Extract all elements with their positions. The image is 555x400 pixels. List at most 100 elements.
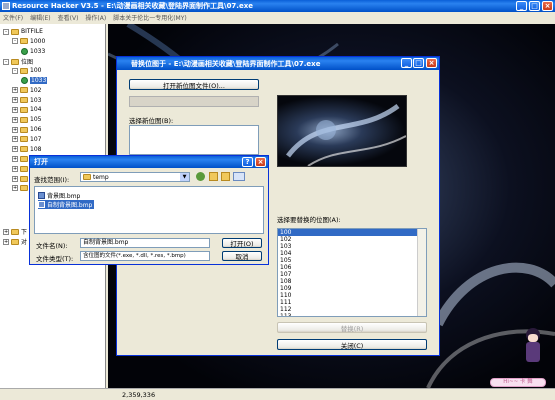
expand-toggle-icon[interactable]: - <box>12 38 18 45</box>
tree-item-label: 1033 <box>30 47 46 55</box>
close-button[interactable]: × <box>542 1 553 11</box>
chevron-down-icon[interactable]: ▼ <box>180 173 189 181</box>
expand-toggle-icon[interactable]: + <box>12 185 18 192</box>
tree-item[interactable]: +105 <box>12 116 41 123</box>
replace-dialog-titlebar: 替换位图于 - E:\动漫画相关收藏\登陆界面制作工具\07.exe _ □ × <box>117 57 439 70</box>
expand-toggle-icon[interactable]: - <box>3 58 9 65</box>
list-item[interactable]: 112 <box>278 306 426 313</box>
expand-toggle-icon[interactable]: + <box>12 136 18 143</box>
menu-edit[interactable]: 编辑(E) <box>30 13 50 22</box>
replace-max-button[interactable]: □ <box>413 58 424 68</box>
replace-bitmap-list[interactable]: 100 102 103 104 105 106 107 108 109 110 111 112 113 <box>277 228 427 317</box>
folder-icon <box>20 136 28 143</box>
expand-toggle-icon[interactable]: + <box>12 116 18 123</box>
preview-art <box>286 103 406 166</box>
tree-item[interactable]: - BITFILE <box>3 28 43 35</box>
tree-item[interactable]: +106 <box>12 126 41 133</box>
file-item[interactable]: 背景图.bmp <box>38 191 80 200</box>
tree-item[interactable]: + 下 <box>3 227 27 236</box>
list-item[interactable]: 105 <box>278 257 426 264</box>
list-item[interactable]: 111 <box>278 299 426 306</box>
folder-icon <box>20 146 28 153</box>
status-bar: 2,359,336 <box>0 388 555 400</box>
filetype-combo[interactable]: 含位图的文件(*.exe, *.dll, *.res, *.bmp) <box>80 251 210 261</box>
replace-button[interactable]: 替换(R) <box>277 322 427 333</box>
expand-toggle-icon[interactable]: + <box>3 238 9 245</box>
list-item[interactable]: 104 <box>278 250 426 257</box>
open-dialog-titlebar: 打开 ? × <box>30 156 268 168</box>
bitmap-preview <box>277 95 407 167</box>
open-close-button[interactable]: × <box>255 157 266 167</box>
open-dialog-title: 打开 <box>34 158 48 166</box>
list-item[interactable]: 103 <box>278 243 426 250</box>
expand-toggle-icon[interactable]: + <box>12 165 18 172</box>
replace-close-button[interactable]: × <box>426 58 437 68</box>
filename-input[interactable]: 自制背景图.bmp <box>80 238 210 248</box>
tree-item[interactable]: +102 <box>12 87 41 94</box>
tree-item[interactable]: - 100 <box>12 67 41 74</box>
dialog-close-button[interactable]: 关闭(C) <box>277 339 427 350</box>
tree-item[interactable]: 1033 <box>21 77 48 84</box>
tree-item[interactable]: 1033 <box>21 47 46 55</box>
expand-toggle-icon[interactable]: + <box>12 87 18 94</box>
list-scrollbar[interactable] <box>417 229 426 316</box>
minimize-button[interactable]: _ <box>516 1 527 11</box>
list-item[interactable]: 102 <box>278 236 426 243</box>
status-text: 2,359,336 <box>122 391 156 399</box>
folder-icon <box>20 38 28 45</box>
expand-toggle-icon[interactable]: + <box>12 97 18 104</box>
tree-item[interactable]: +103 <box>12 97 41 104</box>
open-new-bitmap-button[interactable]: 打开新位图文件(O)... <box>129 79 259 90</box>
tree-item[interactable]: - 位图 <box>3 57 33 66</box>
file-item-selected[interactable]: 自制背景图.bmp <box>38 200 95 209</box>
help-button[interactable]: ? <box>242 157 253 167</box>
list-item[interactable]: 106 <box>278 264 426 271</box>
back-icon[interactable] <box>196 172 205 181</box>
tree-item[interactable]: +104 <box>12 106 41 113</box>
lookin-combo[interactable]: temp ▼ <box>80 172 190 182</box>
expand-toggle-icon[interactable]: + <box>12 175 18 182</box>
up-folder-icon[interactable] <box>209 172 218 181</box>
view-menu-icon[interactable] <box>233 172 245 181</box>
new-folder-icon[interactable] <box>221 172 230 181</box>
tree-item[interactable]: - 1000 <box>12 38 45 45</box>
list-item[interactable]: 108 <box>278 278 426 285</box>
bitmap-file-icon <box>38 201 45 208</box>
main-titlebar: Resource Hacker V3.5 - E:\动漫画相关收藏\登陆界面制作… <box>0 0 555 12</box>
menu-view[interactable]: 查看(V) <box>58 13 79 22</box>
list-item[interactable]: 113 <box>278 313 426 316</box>
folder-icon <box>20 126 28 133</box>
tree-item-label: 100 <box>30 67 42 75</box>
folder-icon <box>20 185 28 192</box>
list-item[interactable]: 107 <box>278 271 426 278</box>
menu-file[interactable]: 文件(F) <box>3 13 23 22</box>
folder-icon <box>20 175 28 182</box>
list-item[interactable]: 100 <box>278 229 417 236</box>
open-button[interactable]: 打开(O) <box>222 238 262 248</box>
folder-icon <box>20 155 28 162</box>
watermark-text: Hi~~ 卡 舞 <box>503 379 533 385</box>
expand-toggle-icon[interactable]: + <box>12 106 18 113</box>
menu-action[interactable]: 操作(A) <box>85 13 106 22</box>
tree-item-label: 下 <box>21 229 28 236</box>
tree-item-label: 位图 <box>21 59 34 67</box>
expand-toggle-icon[interactable]: - <box>12 67 18 74</box>
cancel-button[interactable]: 取消 <box>222 251 262 261</box>
new-bitmap-list[interactable] <box>129 125 259 155</box>
file-name: 自制背景图.bmp <box>47 202 93 209</box>
expand-toggle-icon[interactable]: + <box>12 146 18 153</box>
maximize-button[interactable]: □ <box>529 1 540 11</box>
tree-item[interactable]: +108 <box>12 146 41 153</box>
file-list[interactable]: 背景图.bmp 自制背景图.bmp <box>34 186 264 234</box>
replace-min-button[interactable]: _ <box>401 58 412 68</box>
tree-item[interactable]: + 对 <box>3 237 27 246</box>
tree-item[interactable]: +107 <box>12 136 41 143</box>
expand-toggle-icon[interactable]: + <box>3 228 9 235</box>
expand-toggle-icon[interactable]: + <box>12 126 18 133</box>
expand-toggle-icon[interactable]: - <box>3 28 9 35</box>
menu-script[interactable]: 脚本关于伦比一专用化(MY) <box>113 13 187 22</box>
list-item[interactable]: 109 <box>278 285 426 292</box>
expand-toggle-icon[interactable]: + <box>12 155 18 162</box>
list-item[interactable]: 110 <box>278 292 426 299</box>
lookin-value: temp <box>93 173 109 181</box>
